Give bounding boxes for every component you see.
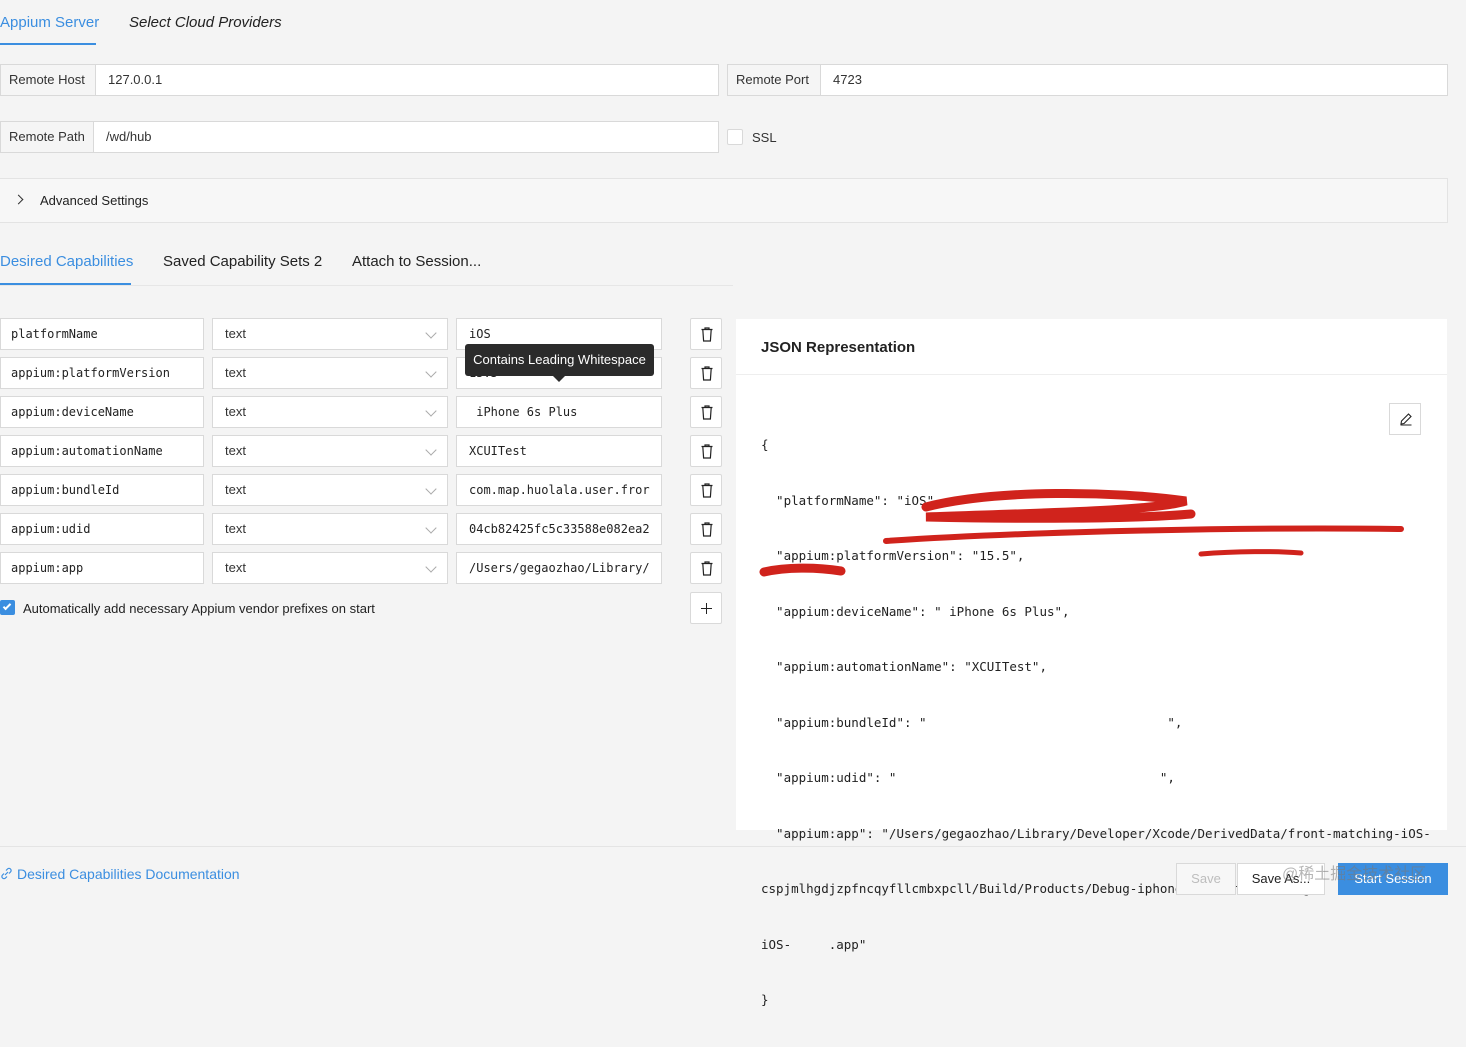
- active-tab-indicator: [0, 43, 96, 45]
- advanced-settings-panel[interactable]: Advanced Settings: [0, 178, 1448, 223]
- json-line: iOS- .app": [761, 936, 867, 952]
- capability-type-select[interactable]: text: [212, 357, 448, 389]
- auto-prefix-checkbox[interactable]: [0, 600, 15, 615]
- tab-appium-server[interactable]: Appium Server: [0, 14, 99, 31]
- remote-port-label: Remote Port: [727, 64, 821, 96]
- advanced-settings-label: Advanced Settings: [40, 193, 149, 208]
- redaction-scribbles: [759, 488, 1404, 577]
- capability-name-input[interactable]: appium:automationName: [0, 435, 204, 467]
- plus-icon-vertical: [706, 603, 708, 614]
- capability-name-input[interactable]: appium:app: [0, 552, 204, 584]
- watermark: @稀土掘金技术社区: [1282, 866, 1427, 883]
- capability-type-value: text: [225, 326, 246, 341]
- capability-value-input[interactable]: iPhone 6s Plus: [456, 396, 662, 428]
- chevron-down-icon: [425, 327, 437, 339]
- capability-type-value: text: [225, 365, 246, 380]
- capability-value-input[interactable]: com.map.huolala.user.fror: [456, 474, 662, 506]
- link-icon: [1, 867, 12, 880]
- add-capability-button[interactable]: [690, 592, 722, 624]
- remote-port-input[interactable]: 4723: [820, 64, 1448, 96]
- footer-divider: [0, 846, 1466, 847]
- chevron-down-icon: [425, 444, 437, 456]
- capability-type-select[interactable]: text: [212, 474, 448, 506]
- capability-type-value: text: [225, 482, 246, 497]
- capability-name-input[interactable]: appium:udid: [0, 513, 204, 545]
- trash-icon: [701, 327, 713, 342]
- remote-path-label: Remote Path: [0, 121, 94, 153]
- capability-name-input[interactable]: appium:deviceName: [0, 396, 204, 428]
- chevron-down-icon: [425, 522, 437, 534]
- whitespace-tooltip: Contains Leading Whitespace: [465, 344, 654, 376]
- capability-type-select[interactable]: text: [212, 396, 448, 428]
- ssl-checkbox[interactable]: [727, 129, 743, 145]
- remote-path-input[interactable]: /wd/hub: [93, 121, 719, 153]
- trash-icon: [701, 366, 713, 381]
- trash-icon: [701, 561, 713, 576]
- delete-capability-button[interactable]: [690, 396, 722, 428]
- delete-capability-button[interactable]: [690, 318, 722, 350]
- ssl-label: SSL: [752, 130, 777, 145]
- tab-select-cloud-providers[interactable]: Select Cloud Providers: [129, 14, 282, 31]
- capability-type-value: text: [225, 443, 246, 458]
- capability-type-select[interactable]: text: [212, 318, 448, 350]
- capability-type-select[interactable]: text: [212, 435, 448, 467]
- delete-capability-button[interactable]: [690, 474, 722, 506]
- capability-name-input[interactable]: platformName: [0, 318, 204, 350]
- capability-type-value: text: [225, 560, 246, 575]
- json-representation-panel: JSON Representation { "platformName": "i…: [736, 319, 1447, 1007]
- capability-name-input[interactable]: appium:platformVersion: [0, 357, 204, 389]
- tabs-divider: [0, 285, 733, 286]
- capability-type-select[interactable]: text: [212, 513, 448, 545]
- capability-name-input[interactable]: appium:bundleId: [0, 474, 204, 506]
- capability-value-input[interactable]: 04cb82425fc5c33588e082ea2: [456, 513, 662, 545]
- chevron-right-icon: [13, 194, 24, 205]
- delete-capability-button[interactable]: [690, 435, 722, 467]
- capability-type-value: text: [225, 404, 246, 419]
- json-line: }: [761, 992, 769, 1007]
- save-button[interactable]: Save: [1176, 863, 1236, 895]
- delete-capability-button[interactable]: [690, 552, 722, 584]
- chevron-down-icon: [425, 405, 437, 417]
- capability-type-value: text: [225, 521, 246, 536]
- chevron-down-icon: [425, 483, 437, 495]
- auto-prefix-label: Automatically add necessary Appium vendo…: [23, 601, 375, 616]
- capability-value-input[interactable]: /Users/gegaozhao/Library/: [456, 552, 662, 584]
- chevron-down-icon: [425, 561, 437, 573]
- tab-saved-capability-sets[interactable]: Saved Capability Sets 2: [163, 253, 322, 270]
- delete-capability-button[interactable]: [690, 357, 722, 389]
- remote-host-label: Remote Host: [0, 64, 96, 96]
- delete-capability-button[interactable]: [690, 513, 722, 545]
- chevron-down-icon: [425, 366, 437, 378]
- trash-icon: [701, 444, 713, 459]
- check-icon: [2, 601, 12, 611]
- trash-icon: [701, 483, 713, 498]
- trash-icon: [701, 405, 713, 420]
- tab-desired-capabilities[interactable]: Desired Capabilities: [0, 253, 133, 270]
- capability-type-select[interactable]: text: [212, 552, 448, 584]
- tab-attach-to-session[interactable]: Attach to Session...: [352, 253, 481, 270]
- tooltip-arrow: [553, 376, 565, 382]
- remote-host-input[interactable]: 127.0.0.1: [95, 64, 719, 96]
- capability-value-input[interactable]: XCUITest: [456, 435, 662, 467]
- docs-link[interactable]: Desired Capabilities Documentation: [17, 866, 240, 882]
- trash-icon: [701, 522, 713, 537]
